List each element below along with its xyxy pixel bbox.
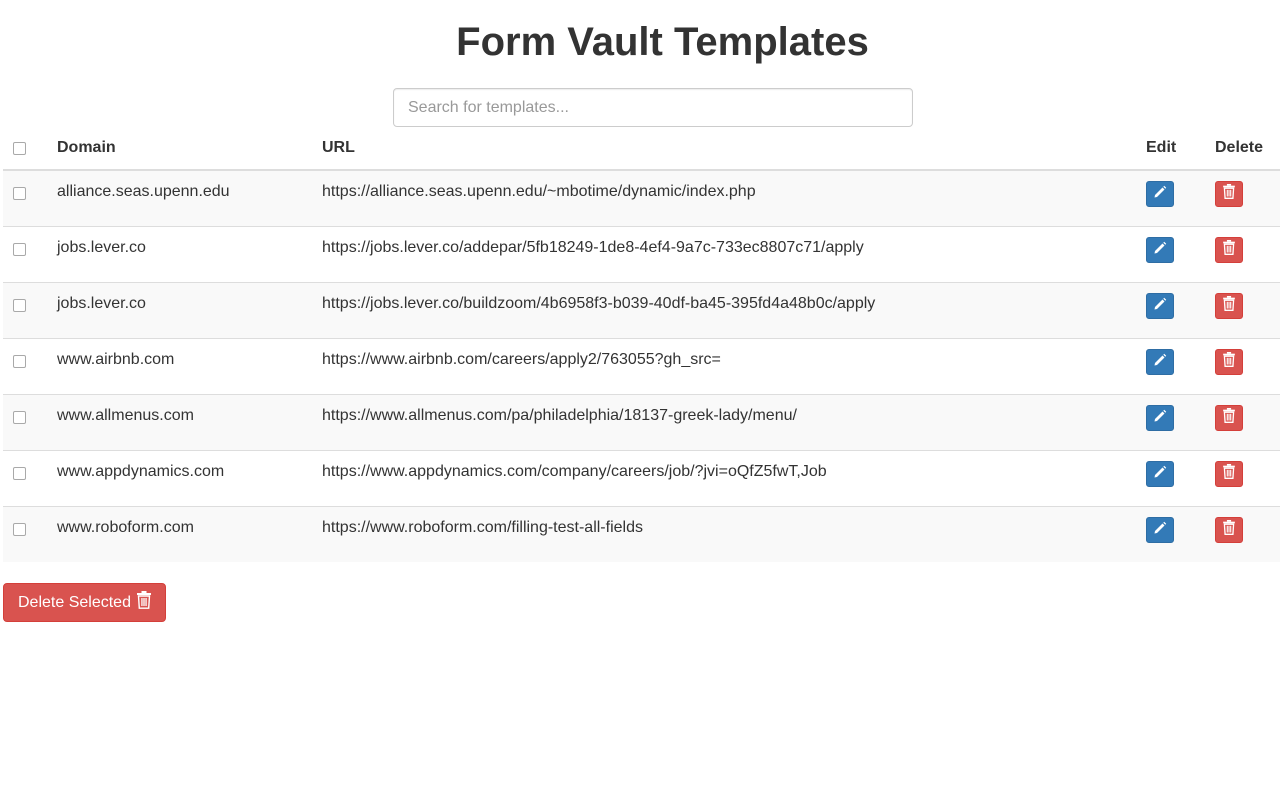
table-row: www.appdynamics.com https://www.appdynam… — [3, 450, 1280, 506]
delete-button[interactable] — [1215, 405, 1243, 431]
pencil-icon — [1153, 465, 1167, 484]
row-checkbox[interactable] — [13, 243, 26, 256]
url-cell: https://www.appdynamics.com/company/care… — [322, 463, 827, 480]
url-cell: https://www.roboform.com/filling-test-al… — [322, 519, 643, 536]
edit-button[interactable] — [1146, 293, 1174, 319]
pencil-icon — [1153, 185, 1167, 204]
trash-icon — [1223, 408, 1235, 428]
row-checkbox[interactable] — [13, 355, 26, 368]
domain-cell: www.airbnb.com — [57, 351, 175, 368]
delete-button[interactable] — [1215, 349, 1243, 375]
delete-button[interactable] — [1215, 237, 1243, 263]
row-checkbox[interactable] — [13, 523, 26, 536]
pencil-icon — [1153, 521, 1167, 540]
table-row: jobs.lever.co https://jobs.lever.co/adde… — [3, 226, 1280, 282]
delete-button[interactable] — [1215, 461, 1243, 487]
edit-button[interactable] — [1146, 237, 1174, 263]
row-checkbox[interactable] — [13, 411, 26, 424]
table-body: alliance.seas.upenn.edu https://alliance… — [3, 171, 1280, 562]
trash-icon — [1223, 464, 1235, 484]
edit-button[interactable] — [1146, 517, 1174, 543]
search-input[interactable] — [393, 88, 913, 127]
table-row: alliance.seas.upenn.edu https://alliance… — [3, 171, 1280, 226]
edit-button[interactable] — [1146, 349, 1174, 375]
domain-cell: jobs.lever.co — [57, 295, 146, 312]
delete-button[interactable] — [1215, 293, 1243, 319]
trash-icon — [1223, 520, 1235, 540]
pencil-icon — [1153, 409, 1167, 428]
trash-icon — [1223, 184, 1235, 204]
templates-table: Domain URL Edit Delete alliance.seas.upe… — [3, 129, 1280, 562]
trash-icon — [1223, 296, 1235, 316]
domain-cell: www.allmenus.com — [57, 407, 194, 424]
trash-icon — [1223, 240, 1235, 260]
url-cell: https://jobs.lever.co/addepar/5fb18249-1… — [322, 239, 864, 256]
search-bar — [393, 88, 913, 127]
table-header: Domain URL Edit Delete — [3, 129, 1280, 171]
url-cell: https://www.allmenus.com/pa/philadelphia… — [322, 407, 797, 424]
pencil-icon — [1153, 241, 1167, 260]
header-url: URL — [322, 139, 355, 156]
domain-cell: www.roboform.com — [57, 519, 194, 536]
edit-button[interactable] — [1146, 181, 1174, 207]
header-edit: Edit — [1146, 139, 1177, 156]
domain-cell: www.appdynamics.com — [57, 463, 225, 480]
table-row: www.allmenus.com https://www.allmenus.co… — [3, 394, 1280, 450]
url-cell: https://jobs.lever.co/buildzoom/4b6958f3… — [322, 295, 876, 312]
trash-icon — [1223, 352, 1235, 372]
select-all-checkbox[interactable] — [13, 142, 26, 155]
table-row: www.airbnb.com https://www.airbnb.com/ca… — [3, 338, 1280, 394]
pencil-icon — [1153, 353, 1167, 372]
edit-button[interactable] — [1146, 405, 1174, 431]
url-cell: https://alliance.seas.upenn.edu/~mbotime… — [322, 183, 756, 200]
delete-selected-label: Delete Selected — [18, 593, 131, 611]
url-cell: https://www.airbnb.com/careers/apply2/76… — [322, 351, 721, 368]
pencil-icon — [1153, 297, 1167, 316]
edit-button[interactable] — [1146, 461, 1174, 487]
delete-button[interactable] — [1215, 181, 1243, 207]
row-checkbox[interactable] — [13, 187, 26, 200]
table-row: jobs.lever.co https://jobs.lever.co/buil… — [3, 282, 1280, 338]
page-title: Form Vault Templates — [456, 20, 869, 64]
header-delete: Delete — [1215, 139, 1264, 156]
row-checkbox[interactable] — [13, 467, 26, 480]
table-row: www.roboform.com https://www.roboform.co… — [3, 506, 1280, 562]
delete-button[interactable] — [1215, 517, 1243, 543]
domain-cell: alliance.seas.upenn.edu — [57, 183, 230, 200]
delete-selected-button[interactable]: Delete Selected — [3, 583, 166, 622]
header-domain: Domain — [57, 139, 116, 156]
domain-cell: jobs.lever.co — [57, 239, 146, 256]
row-checkbox[interactable] — [13, 299, 26, 312]
trash-icon — [136, 591, 151, 614]
